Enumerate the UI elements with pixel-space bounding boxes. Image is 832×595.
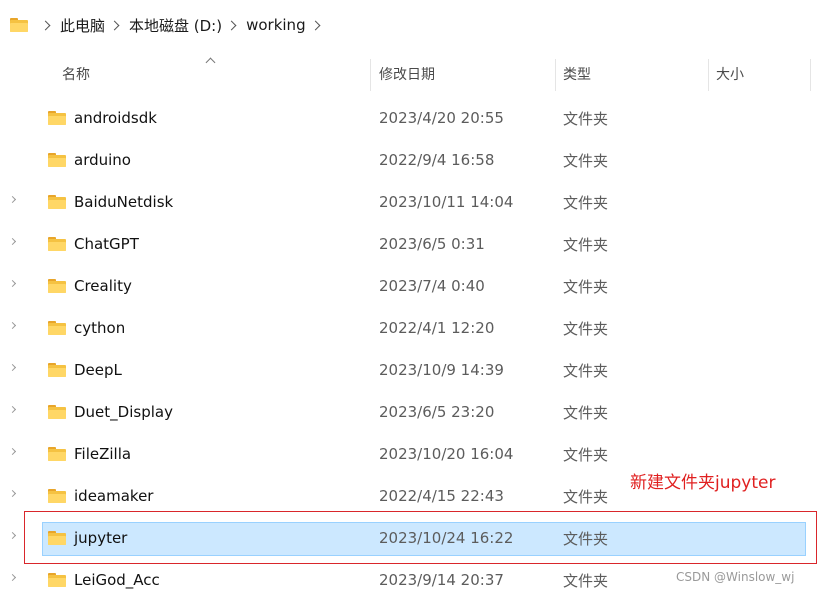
sort-ascending-icon (205, 57, 216, 68)
breadcrumb-item-this-pc[interactable]: 此电脑 (60, 15, 105, 36)
folder-icon (48, 447, 66, 461)
file-name: Creality (74, 277, 132, 295)
modified-date: 2023/6/5 23:20 (379, 403, 495, 421)
column-divider[interactable] (555, 59, 556, 91)
chevron-right-icon[interactable] (40, 20, 51, 30)
breadcrumb-item-local-disk[interactable]: 本地磁盘 (D:) (129, 15, 222, 36)
folder-icon (48, 153, 66, 167)
file-type: 文件夹 (563, 109, 609, 128)
file-row[interactable]: ChatGPT 2023/6/5 0:31 文件夹 (0, 223, 832, 265)
folder-icon (48, 321, 66, 335)
annotation-highlight-box (24, 511, 817, 564)
column-divider[interactable] (708, 59, 709, 91)
annotation-label: 新建文件夹jupyter (630, 473, 776, 493)
expand-chevron-icon[interactable] (8, 363, 17, 372)
file-row[interactable]: androidsdk 2023/4/20 20:55 文件夹 (0, 97, 832, 139)
file-type: 文件夹 (563, 445, 609, 464)
breadcrumb-item-working[interactable]: working (246, 16, 306, 34)
file-row[interactable]: arduino 2022/9/4 16:58 文件夹 (0, 139, 832, 181)
expand-chevron-icon[interactable] (8, 237, 17, 246)
file-name-cell[interactable]: BaiduNetdisk (48, 181, 173, 223)
file-type: 文件夹 (563, 571, 609, 590)
column-header-name[interactable]: 名称 (62, 55, 90, 93)
chevron-right-icon[interactable] (226, 20, 237, 30)
file-name-cell[interactable]: LeiGod_Acc (48, 559, 160, 595)
file-row[interactable]: DeepL 2023/10/9 14:39 文件夹 (0, 349, 832, 391)
file-name: Duet_Display (74, 403, 173, 421)
file-name: ChatGPT (74, 235, 139, 253)
column-header-date[interactable]: 修改日期 (379, 55, 435, 93)
folder-icon (48, 405, 66, 419)
modified-date: 2023/10/20 16:04 (379, 445, 514, 463)
file-type: 文件夹 (563, 235, 609, 254)
chevron-right-icon[interactable] (109, 20, 120, 30)
expand-chevron-icon[interactable] (8, 195, 17, 204)
file-type: 文件夹 (563, 151, 609, 170)
file-name: FileZilla (74, 445, 132, 463)
file-row[interactable]: Duet_Display 2023/6/5 23:20 文件夹 (0, 391, 832, 433)
column-header-type[interactable]: 类型 (563, 55, 591, 93)
file-type: 文件夹 (563, 277, 609, 296)
expand-chevron-icon[interactable] (8, 279, 17, 288)
file-name: ideamaker (74, 487, 154, 505)
expand-chevron-icon[interactable] (8, 573, 17, 582)
file-name: BaiduNetdisk (74, 193, 174, 211)
file-row[interactable]: cython 2022/4/1 12:20 文件夹 (0, 307, 832, 349)
file-type: 文件夹 (563, 361, 609, 380)
expand-chevron-icon[interactable] (8, 405, 17, 414)
expand-chevron-icon[interactable] (8, 489, 17, 498)
folder-icon (48, 237, 66, 251)
modified-date: 2023/10/11 14:04 (379, 193, 514, 211)
file-row[interactable]: BaiduNetdisk 2023/10/11 14:04 文件夹 (0, 181, 832, 223)
folder-icon (10, 18, 28, 32)
file-type: 文件夹 (563, 403, 609, 422)
file-name-cell[interactable]: Duet_Display (48, 391, 173, 433)
modified-date: 2023/7/4 0:40 (379, 277, 485, 295)
watermark: CSDN @Winslow_wj (676, 570, 795, 584)
file-name-cell[interactable]: arduino (48, 139, 131, 181)
modified-date: 2023/9/14 20:37 (379, 571, 504, 589)
folder-icon (48, 195, 66, 209)
file-name: arduino (74, 151, 131, 169)
folder-icon (48, 573, 66, 587)
modified-date: 2023/4/20 20:55 (379, 109, 504, 127)
file-type: 文件夹 (563, 193, 609, 212)
file-name: cython (74, 319, 126, 337)
chevron-right-icon[interactable] (310, 20, 321, 30)
file-name-cell[interactable]: Creality (48, 265, 132, 307)
expand-chevron-icon[interactable] (8, 321, 17, 330)
folder-icon (48, 279, 66, 293)
expand-chevron-icon[interactable] (8, 531, 17, 540)
column-header-size[interactable]: 大小 (716, 55, 744, 93)
modified-date: 2022/9/4 16:58 (379, 151, 495, 169)
folder-icon (48, 489, 66, 503)
file-name-cell[interactable]: FileZilla (48, 433, 131, 475)
file-name-cell[interactable]: ChatGPT (48, 223, 139, 265)
column-header: 名称 修改日期 类型 大小 (0, 55, 832, 93)
folder-icon (48, 111, 66, 125)
file-name-cell[interactable]: cython (48, 307, 125, 349)
file-name-cell[interactable]: androidsdk (48, 97, 157, 139)
modified-date: 2022/4/1 12:20 (379, 319, 495, 337)
file-name: LeiGod_Acc (74, 571, 160, 589)
column-divider[interactable] (370, 59, 371, 91)
folder-icon (48, 363, 66, 377)
modified-date: 2023/6/5 0:31 (379, 235, 485, 253)
file-name-cell[interactable]: DeepL (48, 349, 122, 391)
file-row[interactable]: Creality 2023/7/4 0:40 文件夹 (0, 265, 832, 307)
expand-chevron-icon[interactable] (8, 447, 17, 456)
file-name: DeepL (74, 361, 122, 379)
file-name: androidsdk (74, 109, 157, 127)
modified-date: 2023/10/9 14:39 (379, 361, 504, 379)
column-divider[interactable] (810, 59, 811, 91)
breadcrumb: 此电脑 本地磁盘 (D:) working (10, 12, 330, 38)
file-type: 文件夹 (563, 319, 609, 338)
